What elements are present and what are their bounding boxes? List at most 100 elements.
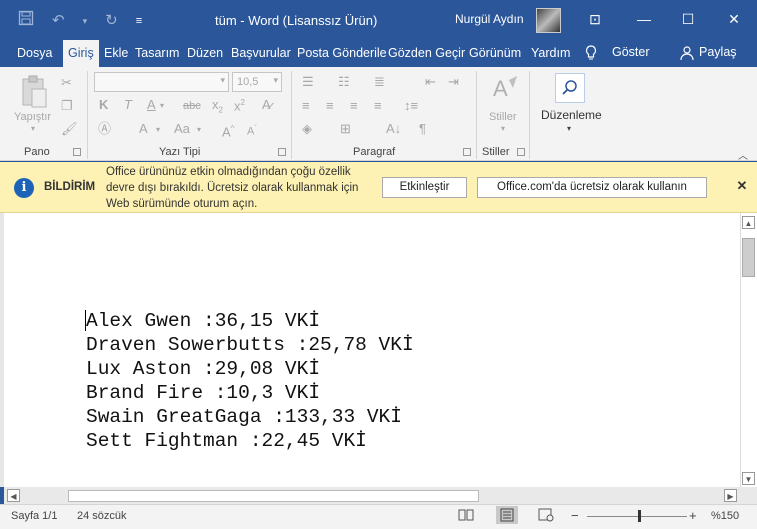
pilcrow-icon[interactable]: ¶ <box>419 121 426 137</box>
horizontal-scroll-thumb[interactable] <box>68 490 479 502</box>
collapse-ribbon-icon[interactable]: ︿ <box>738 147 748 162</box>
group-divider <box>87 71 88 159</box>
multilevel-list-icon[interactable]: ≣ <box>374 74 385 90</box>
close-icon[interactable]: ✕ <box>734 178 750 194</box>
tab-layout[interactable]: Düzen <box>187 45 223 62</box>
maximize-button[interactable]: ☐ <box>678 9 698 29</box>
subscript-icon[interactable]: x2 <box>212 97 223 119</box>
sort-icon[interactable]: A↓ <box>386 121 401 137</box>
customize-qat-icon[interactable]: ≡ <box>136 11 142 31</box>
bullets-icon[interactable]: ☰ <box>302 74 314 90</box>
justify-icon[interactable]: ≡ <box>374 98 382 114</box>
tab-review[interactable]: Gözden Geçir <box>388 45 465 62</box>
chevron-down-icon[interactable]: ▾ <box>197 122 201 138</box>
word-count[interactable]: 24 sözcük <box>77 510 127 522</box>
highlight-color-icon[interactable]: A <box>139 121 148 137</box>
print-layout-icon[interactable] <box>496 506 518 524</box>
font-name-combo[interactable]: ▾ <box>94 72 229 92</box>
font-group-label: Yazı Tipi <box>159 146 201 158</box>
borders-icon[interactable]: ⊞ <box>340 121 351 137</box>
change-case-icon[interactable]: Aa <box>174 121 190 137</box>
share-person-icon[interactable] <box>680 45 694 64</box>
zoom-slider-thumb[interactable] <box>638 510 641 522</box>
clear-formatting-icon[interactable]: A̷ <box>262 97 271 113</box>
styles-icon[interactable]: A <box>491 74 519 107</box>
group-divider <box>529 71 530 159</box>
underline-icon[interactable]: A <box>147 97 156 113</box>
use-online-button[interactable]: Office.com'da ücretsiz olarak kullanın <box>477 177 707 198</box>
bold-icon[interactable]: K <box>99 97 108 113</box>
format-painter-icon[interactable]: 🖌 <box>61 121 78 137</box>
zoom-out-icon[interactable]: − <box>571 508 579 523</box>
close-button[interactable]: ✕ <box>724 9 744 29</box>
zoom-in-icon[interactable]: + <box>689 508 697 523</box>
paste-button[interactable]: Yapıştır <box>14 111 51 123</box>
clipboard-group-label: Pano <box>24 146 50 158</box>
share-button[interactable]: Paylaş <box>699 45 737 59</box>
tab-view[interactable]: Görünüm <box>469 45 521 62</box>
lightbulb-icon <box>585 45 597 64</box>
zoom-slider[interactable] <box>587 516 687 517</box>
save-icon[interactable] <box>18 10 34 32</box>
tab-mailings[interactable]: Posta Gönderile <box>297 45 387 62</box>
page-count[interactable]: Sayfa 1/1 <box>11 510 57 522</box>
scroll-left-icon[interactable]: ◀ <box>7 489 20 502</box>
chevron-down-icon[interactable]: ▾ <box>156 122 160 138</box>
superscript-icon[interactable]: x2 <box>234 95 245 114</box>
chevron-down-icon[interactable]: ▾ <box>501 124 505 133</box>
vertical-scroll-thumb[interactable] <box>742 238 755 277</box>
line-spacing-icon[interactable]: ↕≡ <box>404 98 418 114</box>
editing-button[interactable]: Düzenleme <box>541 108 602 122</box>
underline-dropdown-icon[interactable]: ▾ <box>160 98 164 114</box>
font-size-combo[interactable]: 10,5 ▾ <box>232 72 282 92</box>
styles-button[interactable]: Stiller <box>489 111 517 123</box>
styles-dialog-launcher-icon[interactable] <box>517 148 525 156</box>
web-layout-icon[interactable] <box>538 508 554 522</box>
activate-button[interactable]: Etkinleştir <box>382 177 467 198</box>
undo-icon[interactable]: ↶ <box>52 11 65 31</box>
copy-icon[interactable]: ❐ <box>61 98 73 114</box>
numbering-icon[interactable]: ☷ <box>338 74 350 90</box>
paste-icon[interactable] <box>20 75 50 112</box>
increase-indent-icon[interactable]: ⇥ <box>448 74 459 90</box>
font-dialog-launcher-icon[interactable] <box>278 148 286 156</box>
minimize-button[interactable]: — <box>634 9 654 29</box>
document-body[interactable]: Alex Gwen :36,15 VKİ Draven Sowerbutts :2… <box>86 309 414 453</box>
tab-insert[interactable]: Ekle <box>104 45 128 62</box>
align-center-icon[interactable]: ≡ <box>326 98 334 114</box>
window-title: tüm - Word (Lisanssız Ürün) <box>215 13 378 28</box>
tab-home[interactable]: Giriş <box>63 40 99 67</box>
tell-me-search[interactable]: Göster <box>612 45 650 59</box>
shrink-font-icon[interactable]: Aˇ <box>247 121 257 140</box>
shading-icon[interactable]: ◈ <box>302 121 312 137</box>
strikethrough-icon[interactable]: abc <box>183 98 201 114</box>
align-right-icon[interactable]: ≡ <box>350 98 358 114</box>
search-icon[interactable] <box>555 73 585 103</box>
user-name[interactable]: Nurgül Aydın <box>455 12 524 26</box>
scroll-up-icon[interactable]: ▲ <box>742 216 755 229</box>
scroll-right-icon[interactable]: ▶ <box>724 489 737 502</box>
clipboard-dialog-launcher-icon[interactable] <box>73 148 81 156</box>
scroll-down-icon[interactable]: ▼ <box>742 472 755 485</box>
avatar[interactable] <box>536 8 561 33</box>
ribbon-display-options-icon[interactable]: ⊡ <box>585 9 605 29</box>
font-size-value: 10,5 <box>237 76 259 88</box>
cut-icon[interactable]: ✂ <box>61 75 72 91</box>
chevron-down-icon[interactable]: ▾ <box>567 124 571 133</box>
decrease-indent-icon[interactable]: ⇤ <box>425 74 436 90</box>
read-mode-icon[interactable] <box>458 508 474 522</box>
italic-icon[interactable]: T <box>124 97 132 113</box>
tab-references[interactable]: Başvurular <box>231 45 291 62</box>
title-bar: ↶ ▾ ↻ ≡ tüm - Word (Lisanssız Ürün) Nurg… <box>0 0 757 40</box>
align-left-icon[interactable]: ≡ <box>302 98 310 114</box>
undo-dropdown-icon[interactable]: ▾ <box>83 11 88 31</box>
tab-design[interactable]: Tasarım <box>135 45 179 62</box>
paste-dropdown-icon[interactable]: ▾ <box>31 124 35 133</box>
redo-icon[interactable]: ↻ <box>105 11 118 31</box>
zoom-level[interactable]: %150 <box>711 510 739 522</box>
grow-font-icon[interactable]: A^ <box>222 121 234 140</box>
paragraph-dialog-launcher-icon[interactable] <box>463 148 471 156</box>
tab-file[interactable]: Dosya <box>17 45 52 62</box>
text-effects-icon[interactable]: Ⓐ <box>98 121 111 137</box>
tab-help[interactable]: Yardım <box>531 45 570 62</box>
